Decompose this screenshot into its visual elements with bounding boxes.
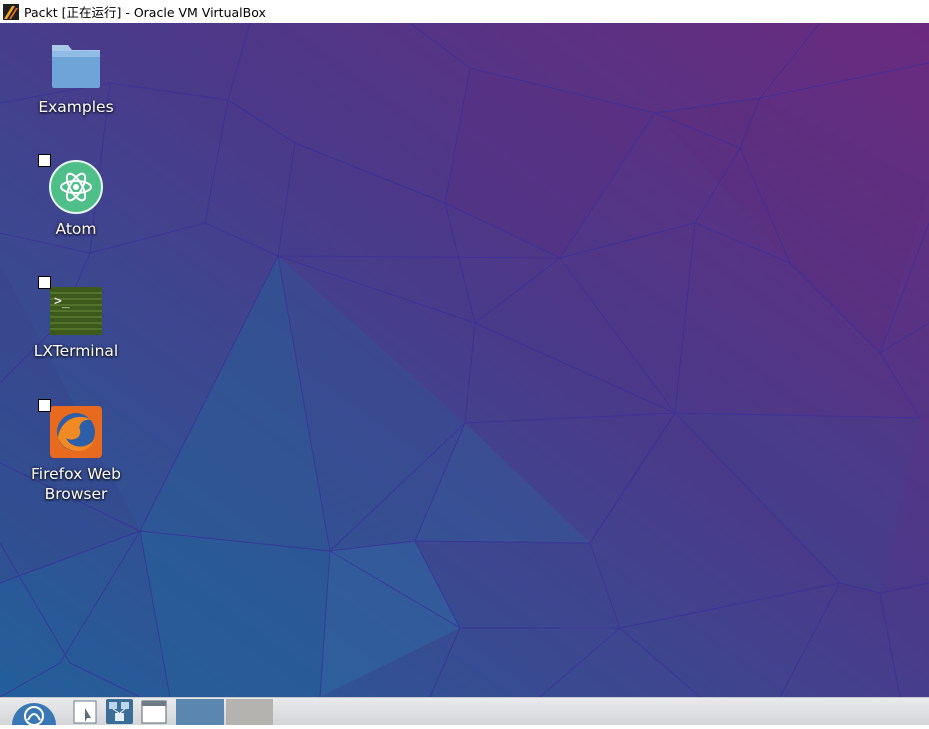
window-icon[interactable]	[141, 700, 167, 728]
desktop-icon-label: Atom	[55, 220, 97, 238]
wallpaper	[0, 23, 929, 697]
network-icon[interactable]	[106, 699, 133, 728]
atom-icon	[38, 154, 104, 215]
shortcut-arrow-icon	[38, 399, 51, 412]
workspace-2[interactable]	[226, 699, 273, 725]
window-title: Packt [正在运行] - Oracle VM VirtualBox	[24, 5, 266, 20]
folder-icon	[48, 37, 104, 93]
desktop-icon-lxterminal[interactable]: >_ LXTerminal	[21, 276, 131, 361]
shortcut-arrow-icon	[38, 154, 51, 167]
shortcut-arrow-icon	[38, 276, 51, 289]
virtualbox-icon	[3, 3, 19, 20]
terminal-icon: >_	[38, 276, 104, 337]
taskbar	[0, 697, 929, 728]
desktop[interactable]: Examples Atom >_ LXTerminal Firefox Web …	[0, 23, 929, 697]
desktop-icon-atom[interactable]: Atom	[21, 154, 131, 239]
desktop-icon-label: LXTerminal	[33, 342, 119, 360]
window-titlebar: Packt [正在运行] - Oracle VM VirtualBox	[0, 0, 929, 23]
desktop-icon-label: Firefox Web Browser	[30, 465, 122, 503]
desktop-icon-examples[interactable]: Examples	[21, 37, 131, 117]
firefox-icon	[38, 399, 104, 460]
desktop-icon-firefox[interactable]: Firefox Web Browser	[21, 399, 131, 504]
file-manager-icon[interactable]	[73, 700, 99, 728]
lubuntu-menu-icon[interactable]	[6, 698, 62, 729]
desktop-icon-label: Examples	[38, 98, 114, 116]
svg-text:>_: >_	[54, 294, 70, 309]
workspace-1[interactable]	[176, 699, 224, 725]
